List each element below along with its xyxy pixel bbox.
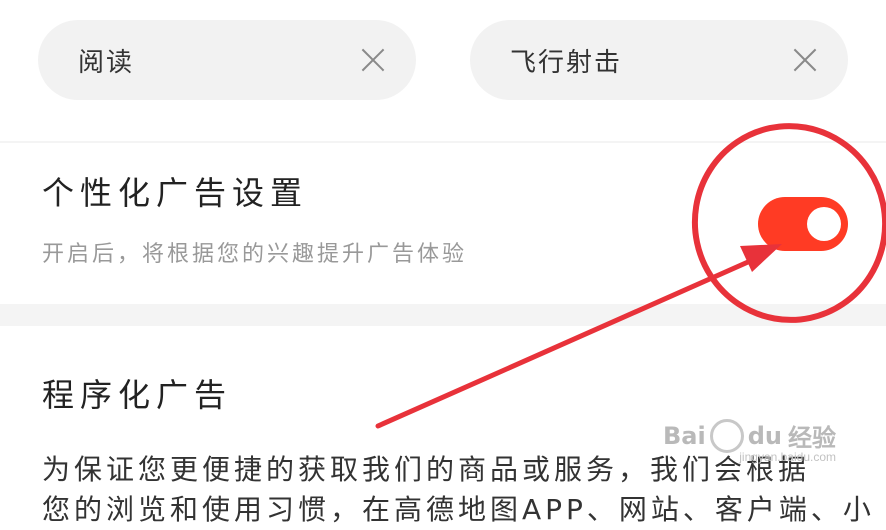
divider (0, 141, 886, 143)
programmatic-ads-body-line: 您的浏览和使用习惯，在高德地图APP、网站、客户端、小 (42, 493, 875, 526)
toggle-knob (807, 207, 841, 241)
close-icon[interactable] (792, 47, 818, 73)
personalized-ads-description: 开启后，将根据您的兴趣提升广告体验 (42, 242, 468, 267)
programmatic-ads-body: 为保证您更便捷的获取我们的商品或服务，我们会根据 您的浏览和使用习惯，在高德地图… (42, 450, 875, 530)
watermark-url: jingyan.baidu.com (739, 450, 836, 464)
interest-tag-reading: 阅读 (38, 20, 416, 100)
interest-tag-label: 飞行射击 (510, 47, 623, 78)
section-divider (0, 304, 886, 326)
interest-tag-flight-shooting: 飞行射击 (470, 20, 848, 100)
watermark-text: Bai (663, 421, 706, 450)
close-icon[interactable] (360, 47, 386, 73)
paw-logo-icon (709, 418, 744, 453)
personalized-ads-toggle[interactable] (758, 197, 848, 251)
programmatic-ads-body-line: 为保证您更便捷的获取我们的商品或服务，我们会根据 (42, 453, 811, 486)
watermark-text: 经验 (788, 424, 836, 452)
annotation-arrow-line (375, 259, 751, 429)
personalized-ads-title: 个性化广告设置 (42, 174, 309, 212)
baidu-jingyan-watermark: Bai du 经验 (663, 418, 836, 453)
interest-tag-label: 阅读 (78, 47, 135, 78)
programmatic-ads-title: 程序化广告 (42, 376, 233, 414)
watermark-text: du (747, 421, 782, 450)
